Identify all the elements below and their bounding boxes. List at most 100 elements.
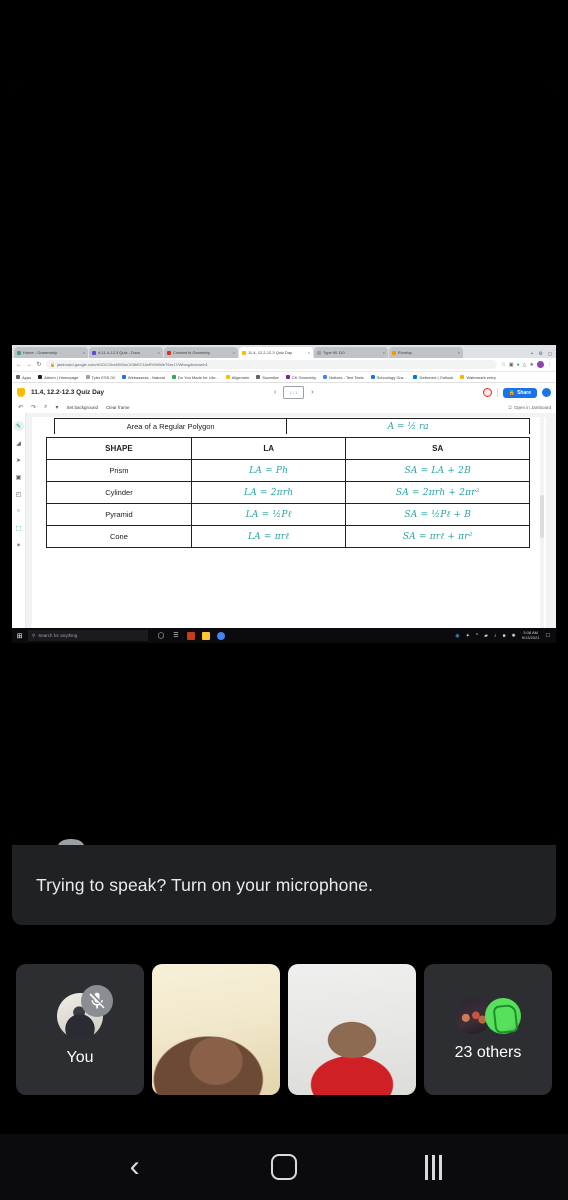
jamboard-doc-title[interactable]: 11.4, 12.2-12.3 Quiz Day xyxy=(31,389,104,396)
taskbar-pinned-apps[interactable]: ◯ ☰ xyxy=(157,631,225,640)
tab-close-icon[interactable]: × xyxy=(308,350,310,355)
extension-icon[interactable]: ▣ xyxy=(509,362,514,368)
cortana-icon[interactable]: ◯ xyxy=(157,632,165,640)
laser-tool-icon[interactable]: ✶ xyxy=(14,540,24,550)
windows-search-input[interactable]: ⚲ Search for anything xyxy=(28,630,148,641)
frame-navigation[interactable]: ‹ 1 / 1 › xyxy=(274,386,314,399)
zoom-icon[interactable]: ⌕ xyxy=(44,404,47,411)
file-explorer-icon[interactable] xyxy=(202,631,210,640)
tab-close-icon[interactable]: × xyxy=(83,350,85,355)
input-icon[interactable]: ✹ xyxy=(512,633,516,639)
bookmark-item[interactable]: Webassess - Natural xyxy=(121,375,165,380)
nav-home-button[interactable] xyxy=(260,1143,308,1191)
nav-recents-button[interactable] xyxy=(409,1143,457,1191)
taskbar-clock[interactable]: 3:08 AM 5/13/2021 xyxy=(522,630,540,640)
address-bar[interactable]: 🔒 jamboard.google.com/d/1DCOIrzMXKiuCK8h… xyxy=(46,360,498,369)
windows-taskbar[interactable]: ⊞ ⚲ Search for anything ◯ ☰ ◉ ✦ ^ ▰ ♪ ■ … xyxy=(12,628,556,643)
browser-tab[interactable]: Home - Grammarly × xyxy=(14,347,88,358)
tab-close-icon[interactable]: × xyxy=(383,350,385,355)
pen-tool-icon[interactable]: ✎ xyxy=(13,421,24,431)
frame-thumbnail-button[interactable]: 1 / 1 xyxy=(283,386,305,399)
chrome-icon[interactable] xyxy=(217,631,225,640)
jamboard-titlebar-right[interactable]: 🔒 Share xyxy=(483,387,551,398)
menu-icon[interactable]: ⋮ xyxy=(547,362,552,368)
main-stage[interactable]: Home - Grammarly × A 11.4-12.3 Quiz - Do… xyxy=(12,80,556,845)
chevron-down-icon[interactable]: ▾ xyxy=(55,404,58,411)
text-box-tool-icon[interactable]: ⬚ xyxy=(14,523,24,533)
participant-tile-1[interactable] xyxy=(152,964,280,1095)
scrollbar-thumb[interactable] xyxy=(540,494,544,538)
avatar[interactable] xyxy=(537,361,544,368)
jamboard-toolbar[interactable]: ↶ ↷ ⌕ ▾ Set background Clear frame ⎋ Ope… xyxy=(12,402,556,413)
eraser-tool-icon[interactable]: ◢ xyxy=(14,438,24,448)
next-frame-icon[interactable]: › xyxy=(311,389,313,396)
select-tool-icon[interactable]: ➤ xyxy=(14,455,24,465)
action-center-icon[interactable]: ☐ xyxy=(546,633,550,639)
system-tray[interactable]: ◉ ✦ ^ ▰ ♪ ■ ✹ 3:08 AM 5/13/2021 ☐ xyxy=(455,630,553,640)
browser-tab-active[interactable]: 11.4, 12.2-12.3 Quiz Day × xyxy=(239,347,313,358)
prev-frame-icon[interactable]: ‹ xyxy=(274,389,276,396)
tab-close-icon[interactable]: × xyxy=(158,350,160,355)
redo-icon[interactable]: ↷ xyxy=(31,404,36,411)
browser-tab-strip[interactable]: Home - Grammarly × A 11.4-12.3 Quiz - Do… xyxy=(12,345,556,358)
self-tile[interactable]: You xyxy=(16,964,144,1095)
bookmark-item[interactable]: Schoology Gra... xyxy=(370,375,406,380)
canvas-scrollbar[interactable] xyxy=(540,417,544,633)
others-tile[interactable]: 23 others xyxy=(424,964,552,1095)
browser-tab[interactable]: A 11.4-12.3 Quiz - Docs × xyxy=(89,347,163,358)
cast-icon[interactable]: △ xyxy=(523,362,527,368)
bookmark-item[interactable]: Atrium | Homepage xyxy=(38,375,79,380)
clear-frame-button[interactable]: Clear frame xyxy=(106,405,130,410)
battery-icon[interactable]: ■ xyxy=(502,633,505,639)
back-icon[interactable]: ← xyxy=(16,362,22,368)
browser-tab[interactable]: Content in Geometry × xyxy=(164,347,238,358)
set-background-button[interactable]: Set background xyxy=(66,405,98,410)
bookmark-item[interactable]: Socrative xyxy=(256,375,279,380)
account-avatar[interactable] xyxy=(541,388,551,397)
task-view-icon[interactable]: ☰ xyxy=(172,632,180,640)
volume-icon[interactable]: ♪ xyxy=(494,633,497,639)
participant-filmstrip[interactable]: You 23 others xyxy=(0,925,568,1134)
browser-omnibar[interactable]: ← → ↻ 🔒 jamboard.google.com/d/1DCOIrzMXK… xyxy=(12,358,556,372)
bookmarks-bar[interactable]: Apps Atrium | Homepage Tyler ESS 00 Weba… xyxy=(12,372,556,383)
collaborator-avatar[interactable] xyxy=(483,388,493,397)
profile-icon[interactable]: ★ xyxy=(530,362,534,368)
jamboard-frame[interactable]: Area of a Regular Polygon A = ½ ra SHAPE… xyxy=(32,417,546,633)
microphone-banner[interactable]: Trying to speak? Turn on your microphone… xyxy=(12,845,556,925)
sticky-note-tool-icon[interactable]: ▣ xyxy=(14,472,24,482)
open-in-jamboard-link[interactable]: ⎋ Open in Jamboard xyxy=(508,405,551,410)
bookmark-item[interactable]: Tyler ESS 00 xyxy=(85,375,115,380)
pen-icon[interactable]: ✦ xyxy=(466,633,470,639)
browser-tab[interactable]: Envelop × xyxy=(389,347,463,358)
edge-icon[interactable]: ◉ xyxy=(455,633,459,639)
bookmark-item[interactable]: Watermark entry xyxy=(460,375,496,380)
window-controls[interactable]: + ⚙ ◻ xyxy=(530,351,556,358)
bookmark-item[interactable]: CK Geometry xyxy=(285,375,316,380)
start-button-icon[interactable]: ⊞ xyxy=(15,631,24,640)
share-button[interactable]: 🔒 Share xyxy=(502,387,537,398)
jamboard-tool-rail[interactable]: ✎ ◢ ➤ ▣ ◰ ○ ⬚ ✶ xyxy=(12,413,26,637)
omnibar-icons[interactable]: ☆ ▣ ● △ ★ ⋮ xyxy=(501,361,552,368)
restore-icon[interactable]: ◻ xyxy=(548,351,552,357)
sync-icon[interactable]: ● xyxy=(517,362,520,368)
bookmark-item[interactable]: Delivered | Outlook xyxy=(413,375,453,380)
shared-screen-video[interactable]: Home - Grammarly × A 11.4-12.3 Quiz - Do… xyxy=(12,80,556,845)
bookmark-item[interactable]: Do You Made for Libr... xyxy=(171,375,219,380)
shape-tool-icon[interactable]: ○ xyxy=(14,506,24,516)
android-navigation-bar[interactable]: ‹ xyxy=(0,1134,568,1200)
nav-back-button[interactable]: ‹ xyxy=(111,1143,159,1191)
bookmark-item[interactable]: Notices - Text Tests xyxy=(323,375,364,380)
bookmark-item[interactable]: Allgemein xyxy=(225,375,249,380)
participant-tile-2[interactable] xyxy=(288,964,416,1095)
star-icon[interactable]: ☆ xyxy=(501,362,505,368)
bookmark-item[interactable]: Apps xyxy=(16,375,31,380)
jamboard-canvas-area[interactable]: ✎ ◢ ➤ ▣ ◰ ○ ⬚ ✶ Area of a Regular Polygo… xyxy=(12,413,556,637)
network-icon[interactable]: ▰ xyxy=(484,633,488,639)
chevron-up-icon[interactable]: ^ xyxy=(476,633,478,639)
new-tab-icon[interactable]: + xyxy=(530,351,533,357)
tab-close-icon[interactable]: × xyxy=(233,350,235,355)
reload-icon[interactable]: ↻ xyxy=(36,361,42,368)
powerpoint-icon[interactable] xyxy=(187,631,195,640)
minimize-icon[interactable]: ⚙ xyxy=(538,351,542,357)
undo-icon[interactable]: ↶ xyxy=(18,404,23,411)
